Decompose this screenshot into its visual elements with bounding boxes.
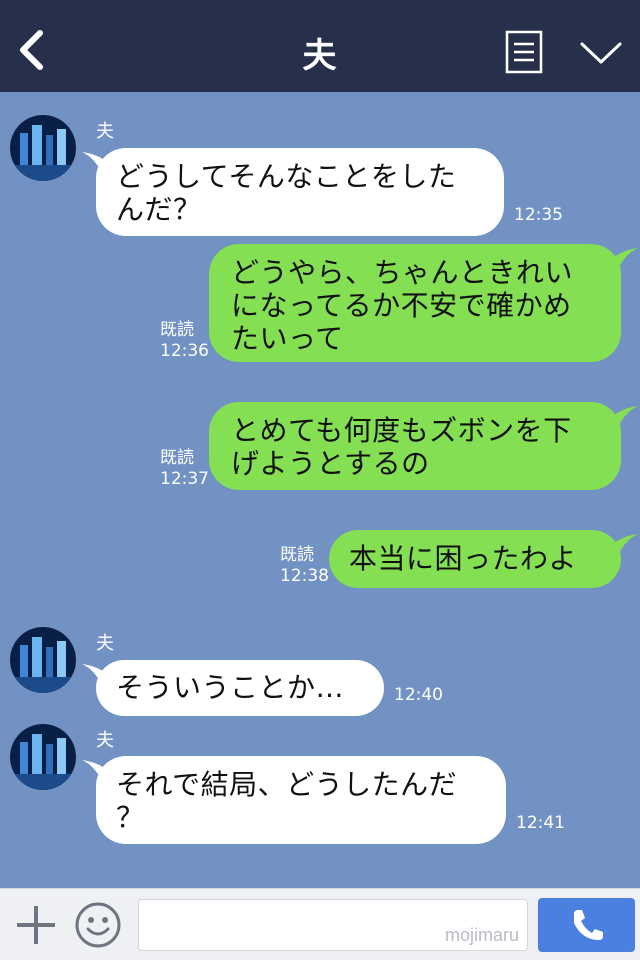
message-time: 12:35 xyxy=(514,205,563,225)
message-time: 12:37 xyxy=(160,469,209,489)
message-input[interactable]: mojimaru xyxy=(138,899,528,951)
read-label: 既読 xyxy=(160,448,194,468)
message-line: になってるか不安で確かめ xyxy=(231,289,572,322)
emoji-button[interactable] xyxy=(74,901,122,949)
read-status: 既読 12:36 xyxy=(160,320,209,362)
sender-name: 夫 xyxy=(96,730,114,751)
read-status: 既読 12:38 xyxy=(280,545,329,587)
input-bar: mojimaru xyxy=(0,888,640,960)
read-status: 既読 12:37 xyxy=(160,448,209,490)
message-time: 12:38 xyxy=(280,566,329,586)
call-button[interactable] xyxy=(538,898,635,952)
bubble-tail xyxy=(610,534,638,560)
smiley-icon xyxy=(75,902,121,948)
message-bubble[interactable]: そういうことか… xyxy=(96,660,384,716)
read-label: 既読 xyxy=(280,545,314,565)
back-button[interactable] xyxy=(14,28,54,72)
bubble-tail xyxy=(610,248,638,274)
menu-button[interactable] xyxy=(505,30,543,74)
add-button[interactable] xyxy=(14,903,58,947)
message-bubble[interactable]: どうやら、ちゃんときれい になってるか不安で確かめ たいって xyxy=(209,244,621,362)
phone-icon xyxy=(574,910,603,940)
message-bubble[interactable]: どうしてそんなことをした んだ？ xyxy=(96,148,504,236)
avatar[interactable] xyxy=(10,724,76,790)
message-line: ？ xyxy=(116,801,145,834)
chevron-down-icon xyxy=(580,42,622,64)
chevron-left-icon xyxy=(20,30,43,70)
message-bubble[interactable]: それで結局、どうしたんだ ？ xyxy=(96,756,506,844)
list-icon xyxy=(505,30,543,74)
plus-icon xyxy=(17,906,55,944)
avatar[interactable] xyxy=(10,627,76,693)
read-label: 既読 xyxy=(160,320,194,340)
message-bubble[interactable]: 本当に困ったわよ xyxy=(329,530,621,588)
message-line: それで結局、どうしたんだ xyxy=(116,768,458,801)
chat-title: 夫 xyxy=(302,36,338,76)
message-line: たいって xyxy=(231,322,344,355)
bubble-tail xyxy=(610,406,638,432)
message-line: 本当に困ったわよ xyxy=(349,542,578,575)
sender-name: 夫 xyxy=(96,121,114,142)
message-bubble[interactable]: とめても何度もズボンを下 げようとするの xyxy=(209,402,621,490)
sender-name: 夫 xyxy=(96,633,114,654)
message-time: 12:40 xyxy=(394,685,443,705)
message-line: げようとするの xyxy=(231,447,430,480)
watermark: mojimaru xyxy=(444,925,519,945)
message-line: そういうことか… xyxy=(116,671,345,704)
message-time: 12:36 xyxy=(160,341,209,361)
message-time: 12:41 xyxy=(516,813,565,833)
message-line: んだ？ xyxy=(116,193,202,226)
dropdown-button[interactable] xyxy=(578,38,624,68)
message-line: どうやら、ちゃんときれい xyxy=(231,256,574,289)
message-line: どうしてそんなことをした xyxy=(116,160,457,193)
chat-header: 夫 xyxy=(0,0,640,92)
message-line: とめても何度もズボンを下 xyxy=(231,414,572,447)
avatar[interactable] xyxy=(10,115,76,181)
message-list[interactable]: 夫 どうしてそんなことをした んだ？ 12:35 どうやら、ちゃんときれい にな… xyxy=(0,92,640,888)
